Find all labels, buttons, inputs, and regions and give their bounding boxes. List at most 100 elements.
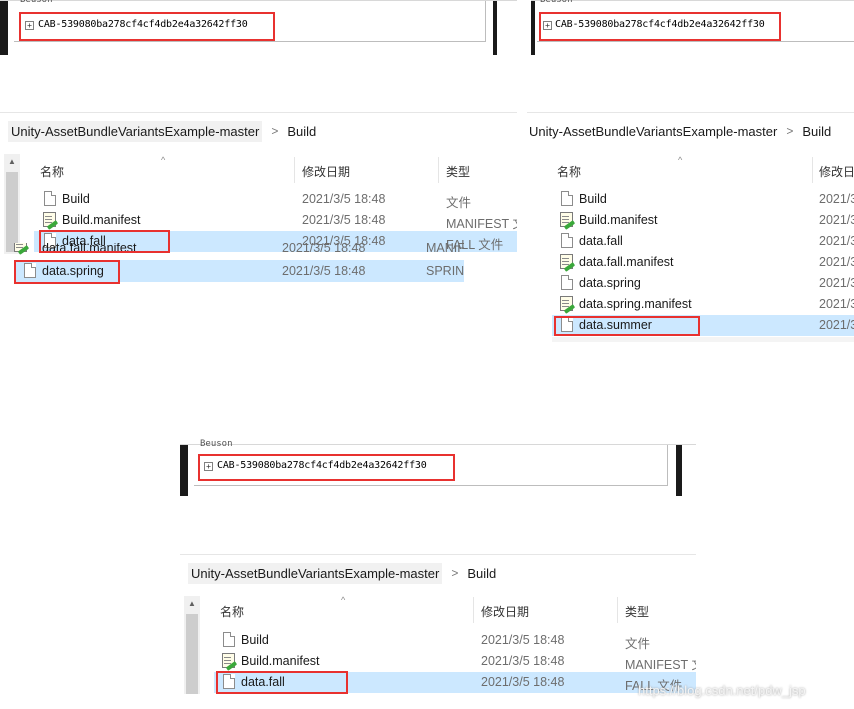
file-date: 2021/3/5 18:48 — [282, 243, 366, 255]
column-date-header[interactable]: 修改日 — [819, 163, 854, 180]
scroll-thumb[interactable] — [186, 614, 198, 694]
highlight-box-cab-bottom — [198, 454, 455, 481]
sort-caret-icon: ^ — [341, 595, 346, 605]
file-icon — [223, 632, 235, 647]
file-icon — [561, 191, 573, 206]
file-name: Build.manifest — [62, 213, 141, 227]
file-type: MANIFEST — [426, 243, 464, 255]
column-header: 名称 ^ 修改日 — [527, 155, 854, 183]
file-row[interactable]: data.fall.manifest 2021/3 — [552, 252, 854, 273]
highlight-box-cab-top-right — [539, 12, 781, 41]
highlight-box-data-summer — [554, 316, 700, 336]
file-name: Build.manifest — [241, 654, 320, 668]
column-type-header[interactable]: 类型 — [446, 163, 470, 180]
file-row[interactable]: Build 2021/3/5 18:48 文件 — [214, 630, 696, 651]
file-type: MANIFEST 文件 — [446, 217, 517, 231]
file-date: 2021/3 — [819, 297, 854, 311]
manifest-file-icon — [560, 212, 573, 227]
scroll-up-icon[interactable]: ▲ — [8, 157, 16, 166]
address-bar: Unity-AssetBundleVariantsExample-master … — [527, 112, 854, 149]
file-row[interactable]: Build 2021/3/5 18:48 文件 — [34, 189, 517, 210]
tree-right-border — [493, 1, 497, 55]
file-icon — [561, 233, 573, 248]
file-name: data.fall — [579, 234, 623, 248]
column-header: 名称 ^ 修改日期 类型 — [200, 595, 696, 623]
tree-header-cut: Beuson — [540, 0, 573, 5]
file-name: data.spring — [579, 276, 641, 290]
file-name: Build — [579, 192, 607, 206]
tree-left-border — [0, 1, 8, 55]
file-type: 文件 — [625, 637, 651, 651]
file-date: 2021/3 — [819, 192, 854, 206]
column-name-header[interactable]: 名称 — [40, 163, 64, 180]
tree-header-cut: Beuson — [20, 0, 53, 5]
file-row[interactable]: Build.manifest 2021/3/5 18:48 MANIFEST 文… — [34, 210, 517, 231]
file-type: SPRING — [426, 264, 464, 278]
column-name-header[interactable]: 名称 — [220, 603, 244, 620]
file-type: 文件 — [446, 196, 472, 210]
manifest-file-icon — [222, 653, 235, 668]
highlight-box-data-fall-bottom — [216, 671, 348, 694]
highlight-box-cab-top-left — [19, 12, 275, 41]
file-date: 2021/3/5 18:48 — [302, 213, 386, 227]
file-name: data.spring.manifest — [579, 297, 692, 311]
breadcrumb-current[interactable]: Build — [802, 124, 831, 139]
file-date: 2021/3/5 18:48 — [481, 654, 565, 668]
tree-left-border — [180, 445, 188, 496]
file-date: 2021/3 — [819, 276, 854, 290]
column-name-header[interactable]: 名称 — [557, 163, 581, 180]
sort-caret-icon: ^ — [161, 155, 166, 165]
file-date: 2021/3/5 18:48 — [481, 633, 565, 647]
manifest-file-icon — [14, 243, 27, 252]
explorer-panel-right: Unity-AssetBundleVariantsExample-master … — [527, 112, 854, 342]
manifest-file-icon — [43, 212, 56, 227]
file-type: MANIFEST 文 — [625, 658, 696, 672]
file-name: Build — [62, 192, 90, 206]
breadcrumb-separator: > — [451, 566, 459, 580]
file-icon — [561, 275, 573, 290]
address-bar: Unity-AssetBundleVariantsExample-master … — [0, 112, 517, 149]
vertical-scrollbar[interactable]: ▲ — [184, 596, 200, 694]
breadcrumb-current[interactable]: Build — [467, 566, 496, 581]
highlight-box-data-spring — [14, 260, 120, 284]
file-date: 2021/3/5 18:48 — [302, 192, 386, 206]
file-row[interactable]: data.fall 2021/3 — [552, 231, 854, 252]
tree-left-border — [531, 1, 535, 55]
breadcrumb-current[interactable]: Build — [287, 124, 316, 139]
breadcrumb-folder[interactable]: Unity-AssetBundleVariantsExample-master — [8, 120, 263, 142]
scroll-up-icon[interactable]: ▲ — [188, 599, 196, 608]
vertical-scrollbar[interactable]: ▲ — [4, 154, 20, 254]
column-date-header[interactable]: 修改日期 — [302, 163, 350, 180]
scroll-thumb[interactable] — [6, 172, 18, 252]
breadcrumb-separator: > — [786, 124, 794, 138]
breadcrumb-folder[interactable]: Unity-AssetBundleVariantsExample-master — [188, 562, 443, 584]
column-header: 名称 ^ 修改日期 类型 — [20, 155, 517, 183]
manifest-file-icon — [560, 254, 573, 269]
file-row[interactable]: Build.manifest 2021/3/5 18:48 MANIFEST 文 — [214, 651, 696, 672]
file-date: 2021/3 — [819, 213, 854, 227]
column-date-header[interactable]: 修改日期 — [481, 603, 529, 620]
file-name: Build — [241, 633, 269, 647]
file-date: 2021/3 — [819, 255, 854, 269]
tree-header-cut: Beuson — [200, 439, 233, 449]
file-row[interactable]: Build 2021/3 — [552, 189, 854, 210]
sort-caret-icon: ^ — [678, 155, 683, 165]
file-date: 2021/3/5 18:48 — [481, 675, 565, 689]
next-row-peek — [552, 337, 854, 342]
breadcrumb-folder[interactable]: Unity-AssetBundleVariantsExample-master — [529, 124, 777, 139]
file-row[interactable]: data.spring.manifest 2021/3 — [552, 294, 854, 315]
file-row[interactable]: data.spring 2021/3 — [552, 273, 854, 294]
breadcrumb-separator: > — [271, 124, 279, 138]
address-bar: Unity-AssetBundleVariantsExample-master … — [180, 554, 696, 591]
file-date: 2021/3 — [819, 318, 854, 332]
file-date: 2021/3 — [819, 234, 854, 248]
column-type-header[interactable]: 类型 — [625, 603, 649, 620]
file-name: Build.manifest — [579, 213, 658, 227]
file-icon — [44, 191, 56, 206]
manifest-file-icon — [560, 296, 573, 311]
file-date: 2021/3/5 18:48 — [282, 264, 366, 278]
highlight-box-data-fall-left — [39, 230, 170, 253]
file-row[interactable]: Build.manifest 2021/3 — [552, 210, 854, 231]
file-name: data.fall.manifest — [579, 255, 674, 269]
watermark-text: https://blog.csdn.net/pdw_jsp — [638, 683, 806, 698]
